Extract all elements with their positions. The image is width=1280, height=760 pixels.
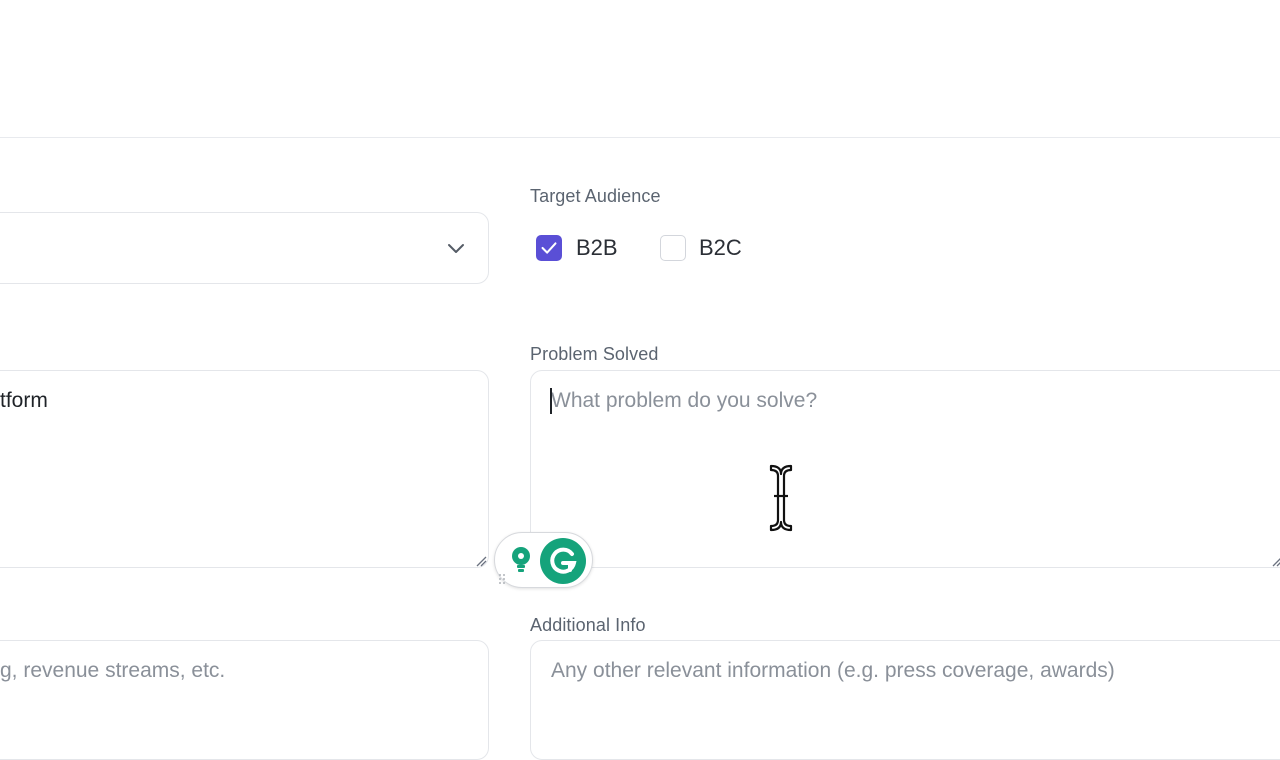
lightbulb-icon[interactable]: [508, 545, 534, 575]
b2b-checkbox[interactable]: [536, 235, 562, 261]
description-textarea[interactable]: [0, 370, 489, 568]
additional-info-label: Additional Info: [530, 615, 646, 635]
text-cursor-ibeam-icon: [769, 464, 793, 532]
check-icon: [541, 242, 557, 254]
resize-handle-icon[interactable]: [474, 554, 488, 568]
resize-handle-icon[interactable]: [1270, 554, 1280, 568]
description-value: tform: [0, 389, 48, 412]
text-caret: [550, 388, 552, 414]
business-model-textarea[interactable]: [0, 640, 489, 760]
drag-handle-icon[interactable]: [498, 573, 506, 585]
target-audience-label: Target Audience: [530, 186, 661, 206]
problem-solved-label: Problem Solved: [530, 344, 659, 364]
problem-solved-placeholder: What problem do you solve?: [551, 389, 818, 412]
b2c-label[interactable]: B2C: [699, 235, 742, 261]
chevron-down-icon[interactable]: [446, 238, 466, 258]
grammarly-g-icon[interactable]: [539, 537, 587, 585]
section-divider: [0, 137, 1280, 138]
b2b-label[interactable]: B2B: [576, 235, 618, 261]
additional-info-placeholder: Any other relevant information (e.g. pre…: [551, 659, 1115, 682]
category-select[interactable]: [0, 212, 489, 284]
business-model-placeholder: g, revenue streams, etc.: [0, 659, 226, 682]
additional-info-textarea[interactable]: [530, 640, 1280, 760]
grammarly-widget[interactable]: [494, 532, 593, 588]
b2c-checkbox[interactable]: [660, 235, 686, 261]
